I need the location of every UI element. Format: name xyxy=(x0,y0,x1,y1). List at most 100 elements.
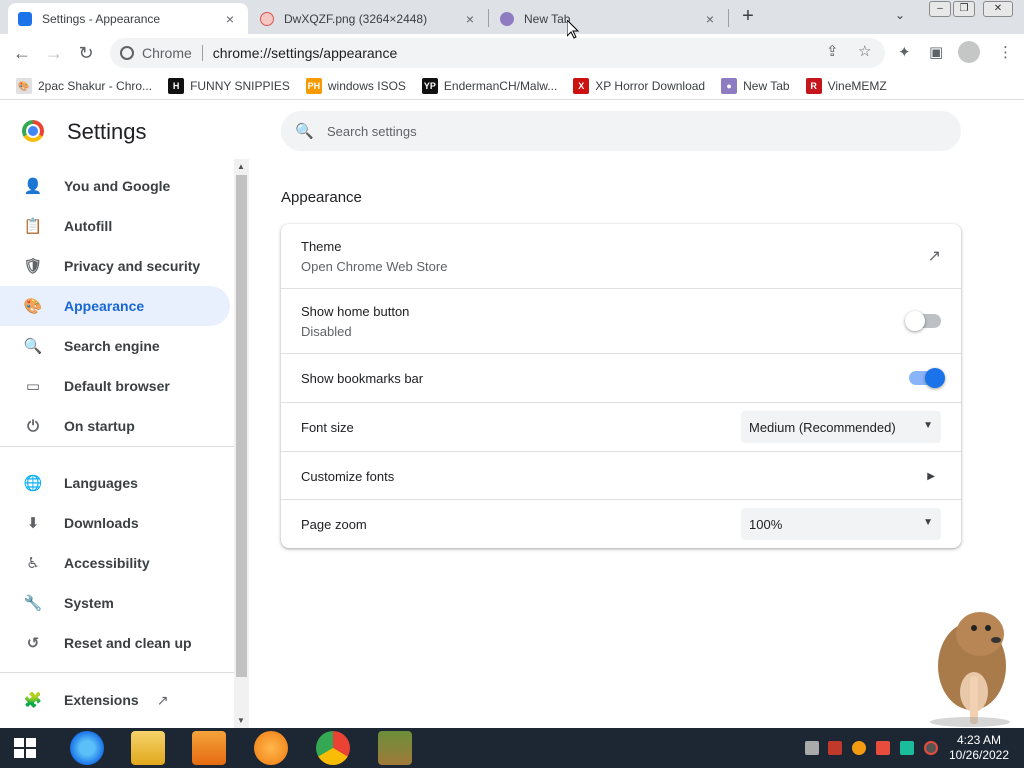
desktop-buddy-character[interactable] xyxy=(920,604,1020,728)
share-icon[interactable]: ⇪ xyxy=(826,42,839,60)
bookmark-item[interactable]: ● New Tab xyxy=(721,77,790,94)
tab-settings-appearance[interactable]: Settings - Appearance × xyxy=(8,3,248,34)
side-panel-icon[interactable]: ▣ xyxy=(929,43,943,61)
sidebar-item-on-startup[interactable]: ⏻ On startup xyxy=(0,406,230,446)
bookmark-label: VineMEMZ xyxy=(827,78,887,93)
page-zoom-select[interactable]: 100% ▼ xyxy=(741,508,941,540)
close-window-button[interactable]: ✕ xyxy=(983,1,1013,17)
bookmark-item[interactable]: PH windows ISOS xyxy=(305,77,406,94)
bookmarks-bar: 🎨 2pac Shakur - Chro... H FUNNY SNIPPIES PH w… xyxy=(0,72,1024,100)
bookmark-label: XP Horror Download xyxy=(595,78,706,93)
tab-strip: Settings - Appearance × DwXQZF.png (3264… xyxy=(0,0,1024,34)
sidebar-item-autofill[interactable]: 📋 Autofill xyxy=(0,206,230,246)
file-explorer-icon[interactable] xyxy=(131,731,165,765)
reload-button[interactable]: ↻ xyxy=(74,42,98,64)
minimize-button[interactable]: ‒ xyxy=(929,1,951,17)
bookmarks-bar-row[interactable]: Show bookmarks bar xyxy=(281,354,961,402)
sidebar-item-label: Search engine xyxy=(64,338,160,354)
internet-explorer-icon[interactable] xyxy=(70,731,104,765)
tab-title: DwXQZF.png (3264×2448) xyxy=(284,11,428,26)
tab-image-png[interactable]: DwXQZF.png (3264×2448) × xyxy=(250,3,488,34)
power-icon: ⏻ xyxy=(27,417,39,435)
bonzi-icon[interactable] xyxy=(378,731,412,765)
globe-icon: 🌐 xyxy=(23,475,43,492)
theme-label: Theme xyxy=(301,238,342,254)
bookmark-item[interactable]: X XP Horror Download xyxy=(573,77,706,94)
tab-close-icon[interactable]: × xyxy=(222,11,238,27)
scroll-up-icon[interactable]: ▲ xyxy=(237,162,245,171)
sidebar-item-system[interactable]: 🔧 System xyxy=(0,583,230,623)
back-button[interactable]: ← xyxy=(10,42,34,64)
chrome-logo-icon xyxy=(22,120,44,142)
open-external-icon[interactable]: ↗ xyxy=(928,246,941,266)
scroll-down-icon[interactable]: ▼ xyxy=(237,716,245,725)
tab-title: Settings - Appearance xyxy=(42,11,161,26)
tray-flag-icon[interactable] xyxy=(876,741,890,755)
sidebar-scrollbar[interactable]: ▲ ▼ xyxy=(234,159,249,728)
tab-title: New Tab xyxy=(524,11,571,26)
address-bar[interactable]: Chrome chrome://settings/appearance xyxy=(110,38,885,68)
search-settings-input[interactable] xyxy=(327,123,927,139)
new-tab-button[interactable]: + xyxy=(737,6,759,28)
tray-network-icon[interactable] xyxy=(805,741,819,755)
bookmark-item[interactable]: R VineMEMZ xyxy=(805,77,887,94)
sidebar-item-privacy-and-security[interactable]: 🛡 Privacy and security xyxy=(0,246,230,286)
sidebar-item-reset-and-clean-up[interactable]: ↺ Reset and clean up xyxy=(0,623,230,663)
chrome-icon[interactable] xyxy=(316,731,350,765)
tray-monitor-icon[interactable] xyxy=(900,741,914,755)
home-button-row[interactable]: Show home button Disabled xyxy=(281,289,961,353)
tray-search-icon[interactable] xyxy=(852,741,866,755)
bookmark-star-icon[interactable]: ☆ xyxy=(858,42,871,60)
sidebar-item-appearance[interactable]: 🎨 Appearance xyxy=(0,286,230,326)
bookmark-label: FUNNY SNIPPIES xyxy=(190,78,290,93)
tab-close-icon[interactable]: × xyxy=(702,11,718,27)
url-text[interactable]: chrome://settings/appearance xyxy=(213,45,397,61)
tab-close-icon[interactable]: × xyxy=(462,11,478,27)
sidebar-item-you-and-google[interactable]: 👤 You and Google xyxy=(0,166,230,206)
home-button-toggle[interactable] xyxy=(905,311,941,331)
tray-volume-icon[interactable] xyxy=(924,741,938,755)
browser-toolbar: ← → ↻ Chrome chrome://settings/appearanc… xyxy=(0,34,1024,72)
maximize-button[interactable]: ❐ xyxy=(953,1,975,17)
page-title: Settings xyxy=(67,119,147,144)
chevron-right-icon: ▶ xyxy=(927,470,935,482)
uc-browser-icon[interactable] xyxy=(254,731,288,765)
clock-time: 4:23 AM xyxy=(956,733,1002,747)
sidebar-item-label: Extensions xyxy=(64,692,139,708)
scroll-thumb[interactable] xyxy=(236,175,247,677)
appearance-card: Theme Open Chrome Web Store ↗ Show home … xyxy=(281,224,961,548)
customize-fonts-label: Customize fonts xyxy=(301,468,395,484)
media-player-icon[interactable] xyxy=(192,731,226,765)
bookmark-item[interactable]: H FUNNY SNIPPIES xyxy=(168,77,290,94)
sidebar-item-label: Autofill xyxy=(64,218,113,234)
tab-search-button[interactable]: ⌄ xyxy=(895,8,905,22)
sidebar-item-languages[interactable]: 🌐 Languages xyxy=(0,463,230,503)
sidebar-item-extensions[interactable]: 🧩 Extensions ↗ xyxy=(0,680,230,720)
theme-row[interactable]: Theme Open Chrome Web Store ↗ xyxy=(281,224,961,288)
profile-avatar[interactable] xyxy=(958,41,980,63)
bookmark-favicon-icon: 🎨 xyxy=(16,77,32,94)
menu-icon[interactable]: ⋮ xyxy=(998,43,1013,61)
extensions-icon[interactable]: ✦ xyxy=(898,43,911,61)
sidebar-item-accessibility[interactable]: ♿ Accessibility xyxy=(0,543,230,583)
font-size-select[interactable]: Medium (Recommended) ▼ xyxy=(741,411,941,443)
bookmark-item[interactable]: 🎨 2pac Shakur - Chro... xyxy=(16,77,152,94)
sidebar-item-label: On startup xyxy=(64,418,135,434)
bookmarks-bar-toggle[interactable] xyxy=(909,368,945,388)
bookmark-favicon-icon: X xyxy=(573,77,590,94)
url-divider xyxy=(201,45,203,61)
start-button[interactable] xyxy=(14,738,36,758)
customize-fonts-row[interactable]: Customize fonts ▶ xyxy=(281,452,961,500)
settings-gear-icon xyxy=(18,11,32,26)
bookmark-item[interactable]: YP EndermanCH/Malw... xyxy=(421,77,557,94)
forward-button[interactable]: → xyxy=(42,42,66,64)
bookmark-favicon-icon: YP xyxy=(421,77,438,94)
tray-check-icon[interactable] xyxy=(828,741,842,755)
system-clock[interactable]: 4:23 AM 10/26/2022 xyxy=(945,733,1013,763)
font-size-row: Font size Medium (Recommended) ▼ xyxy=(281,403,961,451)
sidebar-item-downloads[interactable]: ⬇ Downloads xyxy=(0,503,230,543)
tab-new-tab[interactable]: New Tab × xyxy=(490,3,728,34)
sidebar-item-search-engine[interactable]: 🔍 Search engine xyxy=(0,326,230,366)
search-settings-box[interactable]: 🔍 xyxy=(281,111,961,151)
sidebar-item-default-browser[interactable]: ▭ Default browser xyxy=(0,366,230,406)
